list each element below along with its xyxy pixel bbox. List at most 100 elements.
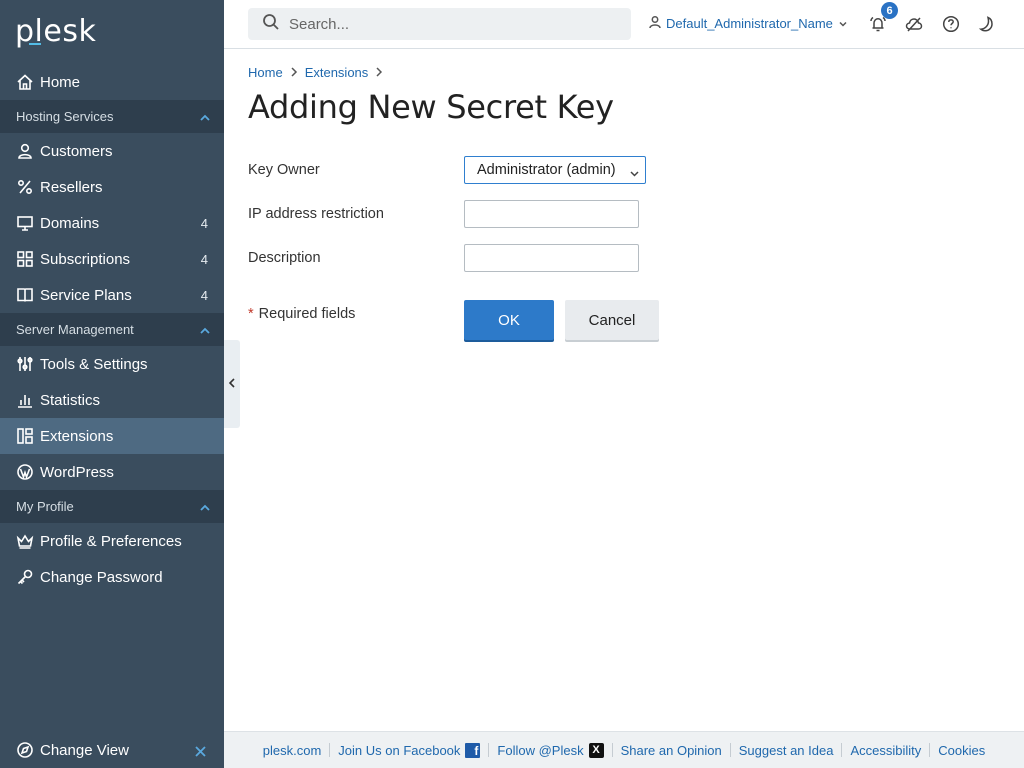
chevron-down-icon [630,166,639,182]
sidebar-item-tools-settings[interactable]: Tools & Settings [0,346,224,382]
logo-underline [29,43,41,45]
user-menu[interactable]: Default_Administrator_Name [648,15,847,32]
footer-link-idea[interactable]: Suggest an Idea [739,743,834,758]
sidebar-item-label: Extensions [40,427,114,445]
sidebar-item-label: Change Password [40,568,163,586]
sidebar-item-label: Customers [40,142,113,160]
chevron-left-icon [228,375,236,393]
moon-icon[interactable] [977,15,995,33]
monitor-icon [16,214,34,232]
section-my-profile[interactable]: My Profile [0,490,224,523]
key-owner-label: Key Owner [248,162,320,178]
key-owner-value: Administrator (admin) [477,162,616,178]
home-icon [16,73,34,91]
footer-divider [841,743,843,757]
search-icon [262,13,289,36]
breadcrumb: Home Extensions [248,65,390,80]
chevron-up-icon [200,501,210,511]
change-view-icon [16,741,34,759]
sidebar-item-label: Domains [40,214,100,232]
sidebar-item-label: Resellers [40,178,103,196]
ip-restriction-input[interactable] [464,200,639,228]
footer-link-cookies[interactable]: Cookies [938,743,985,758]
sidebar-item-service-plans[interactable]: Service Plans 4 [0,277,224,313]
sidebar-item-label: Home [40,73,81,91]
help-icon[interactable] [942,15,960,33]
user-icon [16,142,34,160]
required-fields-note: * Required fields [248,306,355,322]
section-label: Server Management [16,322,134,337]
sidebar-item-subscriptions[interactable]: Subscriptions 4 [0,241,224,277]
cancel-button[interactable]: Cancel [565,300,659,340]
footer-divider [929,743,931,757]
search-box[interactable] [248,8,631,40]
page-title: Adding New Secret Key [248,88,614,126]
description-label: Description [248,250,321,266]
sidebar-item-change-password[interactable]: Change Password [0,559,224,595]
description-input[interactable] [464,244,639,272]
sidebar-item-wordpress[interactable]: WordPress [0,454,224,490]
sidebar-item-label: Profile & Preferences [40,532,182,550]
key-owner-select[interactable]: Administrator (admin) [464,156,646,184]
subscriptions-count: 4 [200,251,208,267]
bar-chart-icon [16,391,34,409]
sidebar: plesk Home Hosting Services Customers Re… [0,0,224,768]
sidebar-item-label: Service Plans [40,286,132,304]
sidebar-item-home[interactable]: Home [0,64,224,100]
footer-link-opinion[interactable]: Share an Opinion [621,743,722,758]
breadcrumb-home[interactable]: Home [248,65,283,80]
footer-divider [488,743,490,757]
chevron-right-icon [368,65,390,80]
search-input[interactable] [289,15,609,33]
sidebar-collapse-toggle[interactable] [224,340,240,428]
chevron-down-icon [833,16,847,31]
sidebar-item-domains[interactable]: Domains 4 [0,205,224,241]
section-label: My Profile [16,499,74,514]
sidebar-item-statistics[interactable]: Statistics [0,382,224,418]
section-hosting-services[interactable]: Hosting Services [0,100,224,133]
domains-count: 4 [200,215,208,231]
sidebar-item-customers[interactable]: Customers [0,133,224,169]
ip-restriction-label: IP address restriction [248,206,384,222]
chevron-up-icon [200,111,210,121]
footer-link-accessibility[interactable]: Accessibility [850,743,921,758]
sidebar-item-label: Statistics [40,391,101,409]
crown-icon [16,532,34,550]
footer-divider [611,743,613,757]
footer-link-label: Follow @Plesk [497,742,584,758]
notification-count-badge: 6 [881,2,898,19]
section-label: Hosting Services [16,109,114,124]
chevron-right-icon [283,65,305,80]
logo-text: plesk [15,14,97,49]
user-name: Default_Administrator_Name [666,16,833,31]
sidebar-item-resellers[interactable]: Resellers [0,169,224,205]
facebook-icon: f [465,742,481,758]
footer-link-plesk[interactable]: plesk.com [263,743,322,758]
footer-divider [329,743,331,757]
sidebar-item-extensions[interactable]: Extensions [0,418,224,454]
footer: plesk.com Join Us on Facebook f Follow @P… [224,731,1024,768]
footer-link-x[interactable]: Follow @Plesk X [497,742,604,758]
section-server-management[interactable]: Server Management [0,313,224,346]
sidebar-item-label: WordPress [40,463,114,481]
footer-link-label: Join Us on Facebook [338,742,461,758]
close-icon[interactable] [195,744,206,757]
footer-divider [729,743,731,757]
breadcrumb-extensions[interactable]: Extensions [305,65,369,80]
grid-icon [16,250,34,268]
sidebar-item-profile-preferences[interactable]: Profile & Preferences [0,523,224,559]
required-text: Required fields [258,306,356,322]
extensions-icon [16,427,34,445]
change-view-button[interactable]: Change View [0,732,224,768]
sidebar-item-label: Subscriptions [40,250,131,268]
cloud-off-icon[interactable] [905,15,923,33]
x-logo-icon: X [588,742,604,758]
chevron-up-icon [200,324,210,334]
plesk-logo[interactable]: plesk [15,14,96,49]
percent-icon [16,178,34,196]
sidebar-item-label: Tools & Settings [40,355,148,373]
book-icon [16,286,34,304]
wordpress-icon [16,463,34,481]
ok-button[interactable]: OK [464,300,554,340]
footer-link-facebook[interactable]: Join Us on Facebook f [338,742,481,758]
